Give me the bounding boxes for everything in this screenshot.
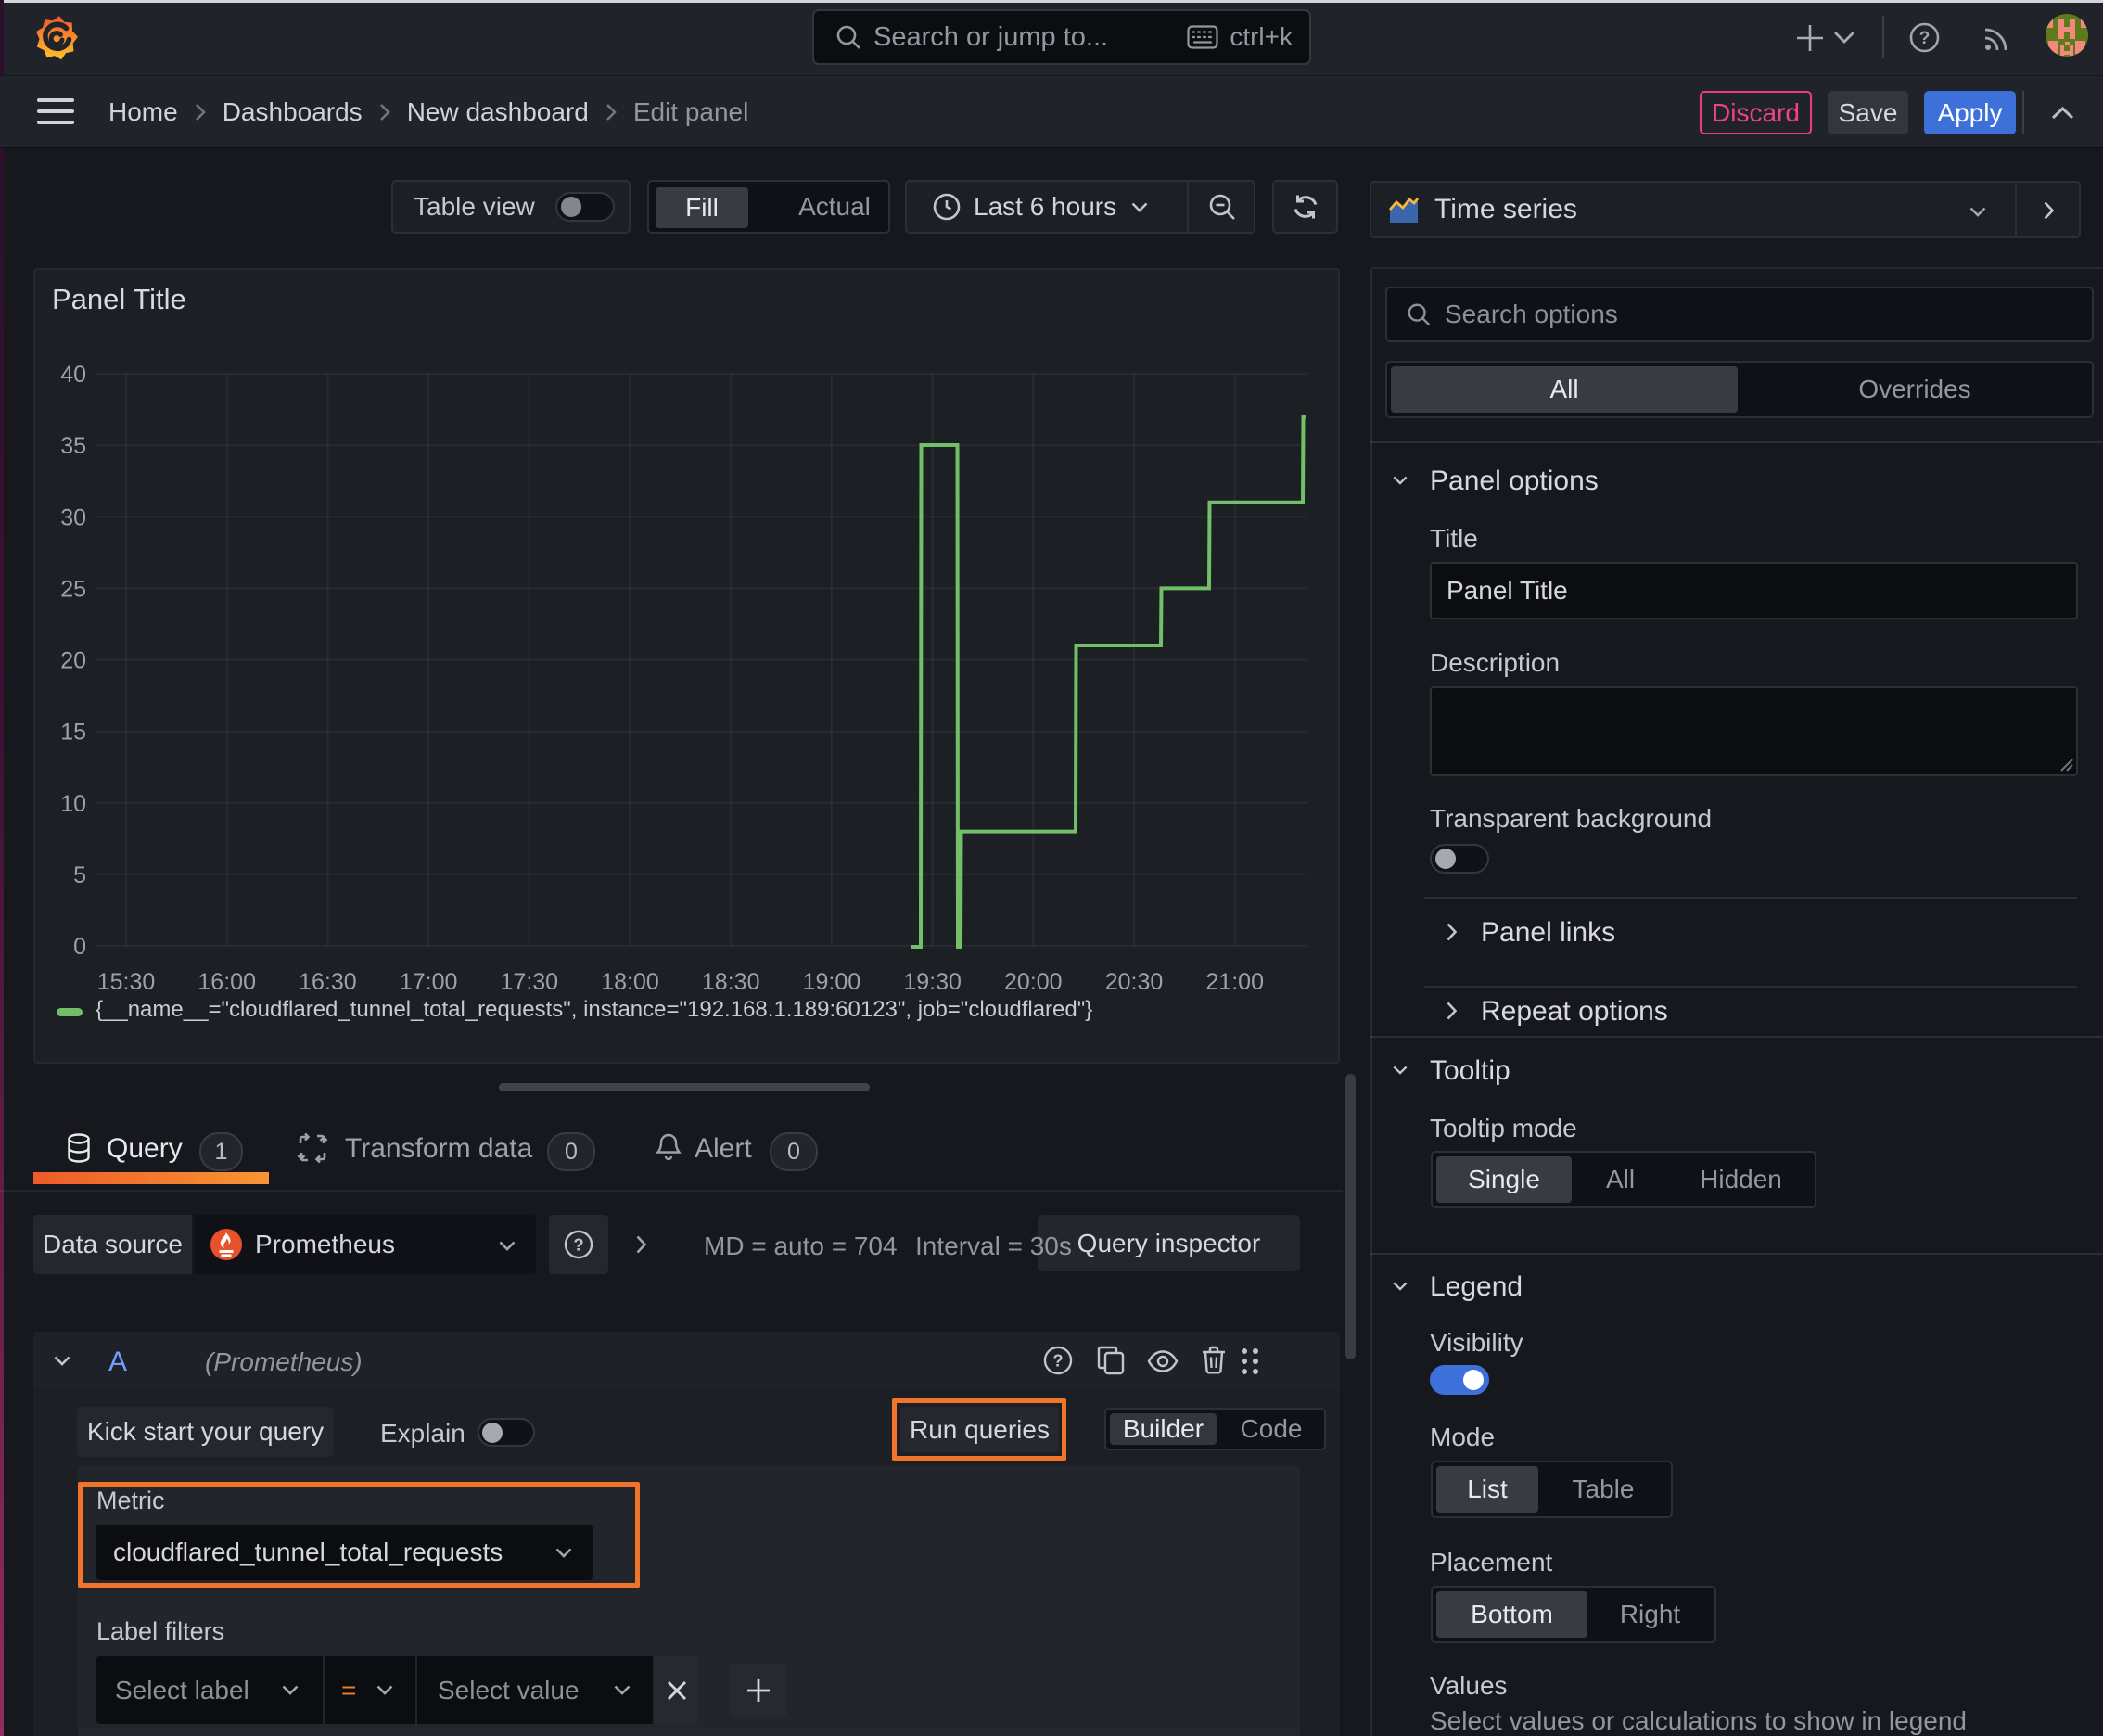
svg-text:16:00: 16:00 (198, 969, 256, 995)
svg-text:{__name__="cloudflared_tunnel_: {__name__="cloudflared_tunnel_total_requ… (96, 997, 1092, 1022)
svg-text:16:30: 16:30 (299, 969, 357, 995)
svg-text:20:30: 20:30 (1105, 969, 1164, 995)
svg-text:5: 5 (73, 862, 86, 888)
svg-text:15: 15 (60, 720, 86, 746)
svg-text:35: 35 (60, 433, 86, 459)
svg-text:20:00: 20:00 (1004, 969, 1063, 995)
svg-text:?: ? (1052, 1350, 1063, 1370)
svg-text:18:00: 18:00 (601, 969, 659, 995)
svg-text:20: 20 (60, 648, 86, 674)
svg-text:19:30: 19:30 (903, 969, 962, 995)
svg-text:21:00: 21:00 (1205, 969, 1264, 995)
svg-text:17:30: 17:30 (501, 969, 559, 995)
svg-text:18:30: 18:30 (702, 969, 760, 995)
svg-text:?: ? (573, 1234, 583, 1254)
svg-text:25: 25 (60, 576, 86, 602)
svg-text:15:30: 15:30 (97, 969, 156, 995)
svg-text:10: 10 (60, 791, 86, 817)
svg-text:30: 30 (60, 504, 86, 530)
svg-text:0: 0 (73, 934, 86, 960)
svg-text:17:00: 17:00 (400, 969, 458, 995)
svg-text:40: 40 (60, 362, 86, 388)
svg-text:19:00: 19:00 (803, 969, 861, 995)
svg-text:?: ? (1919, 29, 1931, 48)
